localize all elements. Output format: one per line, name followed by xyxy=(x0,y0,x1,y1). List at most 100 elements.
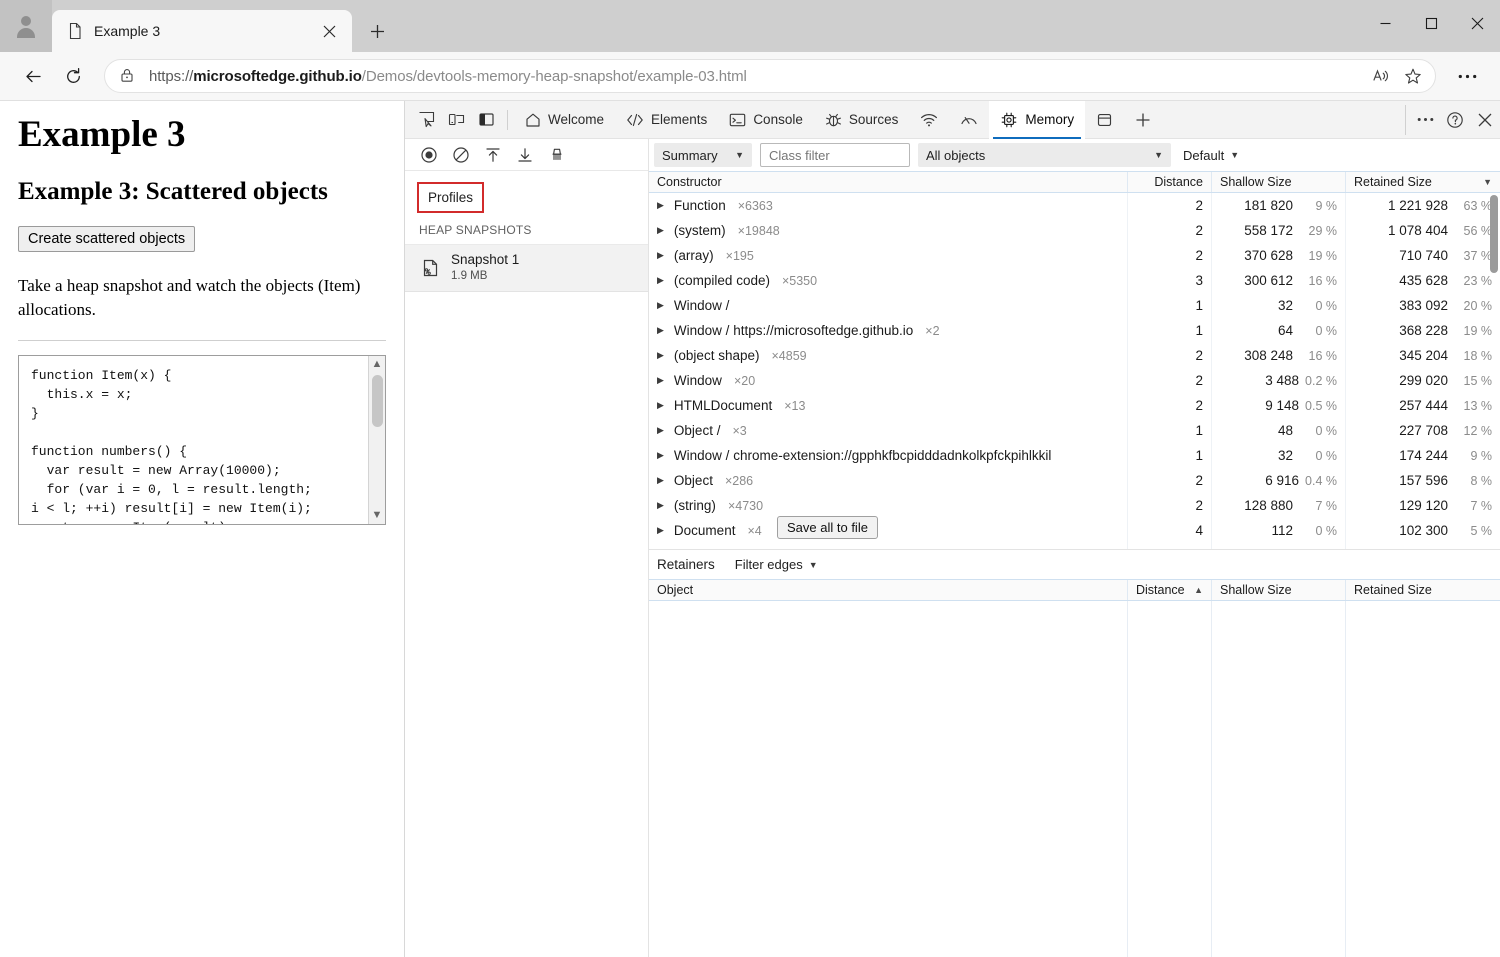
expand-triangle-icon[interactable]: ▶ xyxy=(657,350,664,361)
back-arrow-icon[interactable] xyxy=(14,57,52,95)
create-scattered-objects-button[interactable]: Create scattered objects xyxy=(18,226,195,252)
column-header-retainers-distance[interactable]: Distance ▲ xyxy=(1128,580,1212,600)
cell-shallow-size: 308 24816 % xyxy=(1212,343,1346,368)
add-panel-button[interactable] xyxy=(1124,101,1162,139)
collect-garbage-icon[interactable] xyxy=(543,142,571,168)
clear-icon[interactable] xyxy=(447,142,475,168)
device-emulation-icon[interactable] xyxy=(441,105,471,135)
shallow-size-percent: 0 % xyxy=(1299,524,1337,538)
tab-console[interactable]: Console xyxy=(718,101,814,139)
column-header-constructor[interactable]: Constructor xyxy=(649,172,1128,192)
load-profile-icon[interactable] xyxy=(479,142,507,168)
table-row[interactable]: ▶(string)×47302128 8807 %129 1207 % xyxy=(649,493,1500,518)
browser-tab[interactable]: Example 3 xyxy=(52,10,352,52)
record-icon[interactable] xyxy=(415,142,443,168)
bug-icon xyxy=(825,112,842,128)
tab-welcome[interactable]: Welcome xyxy=(514,101,615,139)
snapshot-list-item[interactable]: Snapshot 1 1.9 MB xyxy=(405,245,648,292)
expand-triangle-icon[interactable]: ▶ xyxy=(657,375,664,386)
read-aloud-icon[interactable] xyxy=(1365,60,1397,92)
more-options-icon[interactable] xyxy=(1410,105,1440,135)
objects-scope-select[interactable]: All objects ▼ xyxy=(918,143,1171,167)
class-filter-input[interactable]: Class filter xyxy=(760,143,910,167)
base-snapshot-select[interactable]: Default ▼ xyxy=(1179,148,1243,163)
expand-triangle-icon[interactable]: ▶ xyxy=(657,525,664,536)
scrollbar-thumb[interactable] xyxy=(372,375,383,427)
ellipsis-icon[interactable] xyxy=(1448,57,1486,95)
column-header-retainers-shallow-size[interactable]: Shallow Size xyxy=(1212,580,1346,600)
table-row[interactable]: ▶Window /1320 %383 09220 % xyxy=(649,293,1500,318)
retained-size-percent: 19 % xyxy=(1454,324,1492,338)
expand-triangle-icon[interactable]: ▶ xyxy=(657,300,664,311)
tab-memory[interactable]: Memory xyxy=(989,101,1085,139)
save-all-to-file-button[interactable]: Save all to file xyxy=(777,516,878,539)
retained-size-value: 345 204 xyxy=(1399,348,1448,363)
table-row[interactable]: ▶(system)×198482558 17229 %1 078 40456 % xyxy=(649,218,1500,243)
close-devtools-icon[interactable] xyxy=(1470,105,1500,135)
reload-icon[interactable] xyxy=(54,57,92,95)
table-row[interactable]: ▶(compiled code)×53503300 61216 %435 628… xyxy=(649,268,1500,293)
devtools-toolbar-right xyxy=(1405,105,1500,135)
column-header-object[interactable]: Object xyxy=(649,580,1128,600)
shallow-size-percent: 0.5 % xyxy=(1305,399,1337,413)
new-tab-button[interactable] xyxy=(360,14,394,48)
table-row[interactable]: ▶Function×63632181 8209 %1 221 92863 % xyxy=(649,193,1500,218)
divider xyxy=(18,340,386,341)
table-row[interactable]: ▶Window / chrome-extension://gpphkfbcpid… xyxy=(649,443,1500,468)
column-header-retained-size[interactable]: Retained Size ▼ xyxy=(1346,172,1500,192)
url-bar[interactable]: https://microsoftedge.github.io/Demos/de… xyxy=(104,59,1436,93)
column-header-retainers-retained-size[interactable]: Retained Size xyxy=(1346,580,1500,600)
expand-triangle-icon[interactable]: ▶ xyxy=(657,425,664,436)
view-mode-select[interactable]: Summary ▼ xyxy=(654,143,752,167)
close-icon[interactable] xyxy=(316,18,342,44)
tab-sources[interactable]: Sources xyxy=(814,101,910,139)
cell-constructor: ▶Object /×3 xyxy=(649,418,1128,443)
expand-triangle-icon[interactable]: ▶ xyxy=(657,500,664,511)
scroll-up-arrow-icon[interactable]: ▲ xyxy=(372,356,383,373)
retainers-grid-body xyxy=(649,601,1500,957)
table-row[interactable]: ▶system / Context×16534 3720.2 %91 8005 … xyxy=(649,543,1500,549)
chevron-down-icon: ▼ xyxy=(1230,150,1239,160)
table-row[interactable]: ▶(object shape)×48592308 24816 %345 2041… xyxy=(649,343,1500,368)
expand-triangle-icon[interactable]: ▶ xyxy=(657,275,664,286)
table-row[interactable]: ▶Window×2023 4880.2 %299 02015 % xyxy=(649,368,1500,393)
table-row[interactable]: ▶Object×28626 9160.4 %157 5968 % xyxy=(649,468,1500,493)
scroll-down-arrow-icon[interactable]: ▼ xyxy=(372,507,383,524)
expand-triangle-icon[interactable]: ▶ xyxy=(657,200,664,211)
minimize-icon[interactable] xyxy=(1362,0,1408,46)
heap-grid-body[interactable]: ▶Function×63632181 8209 %1 221 92863 %▶(… xyxy=(649,193,1500,549)
cell-retained-size: 129 1207 % xyxy=(1346,493,1500,518)
profile-button[interactable] xyxy=(0,0,52,52)
snapshot-size: 1.9 MB xyxy=(451,269,519,283)
tab-elements[interactable]: Elements xyxy=(615,101,718,139)
table-row[interactable]: ▶HTMLDocument×1329 1480.5 %257 44413 % xyxy=(649,393,1500,418)
expand-triangle-icon[interactable]: ▶ xyxy=(657,325,664,336)
help-icon[interactable] xyxy=(1440,105,1470,135)
close-icon[interactable] xyxy=(1454,0,1500,46)
tab-network[interactable] xyxy=(909,101,949,139)
column-header-distance[interactable]: Distance xyxy=(1128,172,1212,192)
tab-label: Welcome xyxy=(548,112,604,127)
tab-application[interactable] xyxy=(1085,101,1124,139)
heap-grid-scrollbar[interactable] xyxy=(1488,193,1500,549)
save-profile-icon[interactable] xyxy=(511,142,539,168)
maximize-icon[interactable] xyxy=(1408,0,1454,46)
tab-performance[interactable] xyxy=(949,101,989,139)
expand-triangle-icon[interactable]: ▶ xyxy=(657,450,664,461)
scrollbar-thumb[interactable] xyxy=(1490,195,1498,273)
table-row[interactable]: ▶(array)×1952370 62819 %710 74037 % xyxy=(649,243,1500,268)
star-icon[interactable] xyxy=(1397,60,1429,92)
expand-triangle-icon[interactable]: ▶ xyxy=(657,475,664,486)
column-header-shallow-size[interactable]: Shallow Size xyxy=(1212,172,1346,192)
table-row[interactable]: ▶Object /×31480 %227 70812 % xyxy=(649,418,1500,443)
code-scrollbar[interactable]: ▲ ▼ xyxy=(368,356,385,524)
tab-label: Sources xyxy=(849,112,899,127)
expand-triangle-icon[interactable]: ▶ xyxy=(657,250,664,261)
expand-triangle-icon[interactable]: ▶ xyxy=(657,400,664,411)
profiles-tab[interactable]: Profiles xyxy=(417,182,484,213)
inspect-element-icon[interactable] xyxy=(411,105,441,135)
expand-triangle-icon[interactable]: ▶ xyxy=(657,225,664,236)
filter-edges-select[interactable]: Filter edges ▼ xyxy=(731,557,822,572)
table-row[interactable]: ▶Window / https://microsoftedge.github.i… xyxy=(649,318,1500,343)
dock-side-icon[interactable] xyxy=(471,105,501,135)
